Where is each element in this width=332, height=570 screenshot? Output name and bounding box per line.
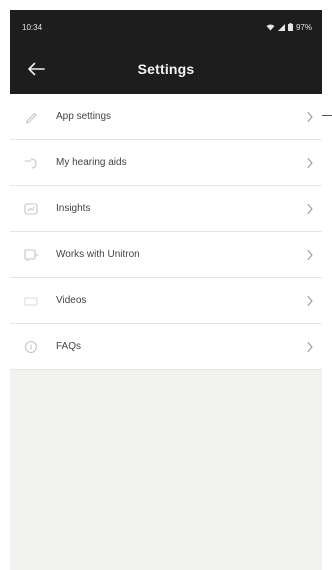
hearing-aid-icon bbox=[22, 154, 40, 172]
page-title: Settings bbox=[137, 61, 195, 77]
chevron-right-icon bbox=[307, 249, 313, 261]
chevron-right-icon bbox=[307, 341, 313, 353]
faq-icon bbox=[22, 338, 40, 356]
pencil-icon bbox=[22, 108, 40, 126]
menu-item-label: Insights bbox=[56, 203, 91, 214]
menu-item-label: Works with Unitron bbox=[56, 249, 140, 260]
menu-item-label: My hearing aids bbox=[56, 157, 127, 168]
video-icon bbox=[22, 292, 40, 310]
phone-screen: 10:34 97% Settings App settings My heari… bbox=[10, 10, 322, 570]
menu-item-label: FAQs bbox=[56, 341, 82, 352]
battery-percentage: 97% bbox=[295, 22, 312, 32]
menu-item-faqs[interactable]: FAQs bbox=[10, 324, 322, 370]
chevron-right-icon bbox=[307, 111, 313, 123]
works-with-icon bbox=[22, 246, 40, 264]
arrow-left-icon bbox=[28, 62, 45, 76]
chevron-right-icon bbox=[307, 295, 313, 307]
battery-icon bbox=[287, 23, 293, 31]
menu-item-insights[interactable]: Insights bbox=[10, 186, 322, 232]
status-time: 10:34 bbox=[22, 22, 43, 32]
menu-item-my-hearing-aids[interactable]: My hearing aids bbox=[10, 140, 322, 186]
chevron-right-icon bbox=[307, 203, 313, 215]
menu-item-works-with-unitron[interactable]: Works with Unitron bbox=[10, 232, 322, 278]
menu-item-label: Videos bbox=[56, 295, 87, 306]
chevron-right-icon bbox=[307, 157, 313, 169]
insights-icon bbox=[22, 200, 40, 218]
menu-item-label: App settings bbox=[56, 111, 112, 122]
app-bar: Settings bbox=[10, 44, 322, 94]
back-button[interactable] bbox=[24, 58, 48, 80]
settings-menu: App settings My hearing aids Insights Wo… bbox=[10, 94, 322, 370]
menu-item-videos[interactable]: Videos bbox=[10, 278, 322, 324]
wifi-icon bbox=[266, 24, 275, 30]
signal-icon bbox=[277, 23, 285, 31]
menu-item-app-settings[interactable]: App settings bbox=[10, 94, 322, 140]
annotation-line bbox=[322, 115, 332, 116]
status-icons: 97% bbox=[266, 23, 312, 32]
status-bar: 10:34 97% bbox=[10, 10, 322, 44]
